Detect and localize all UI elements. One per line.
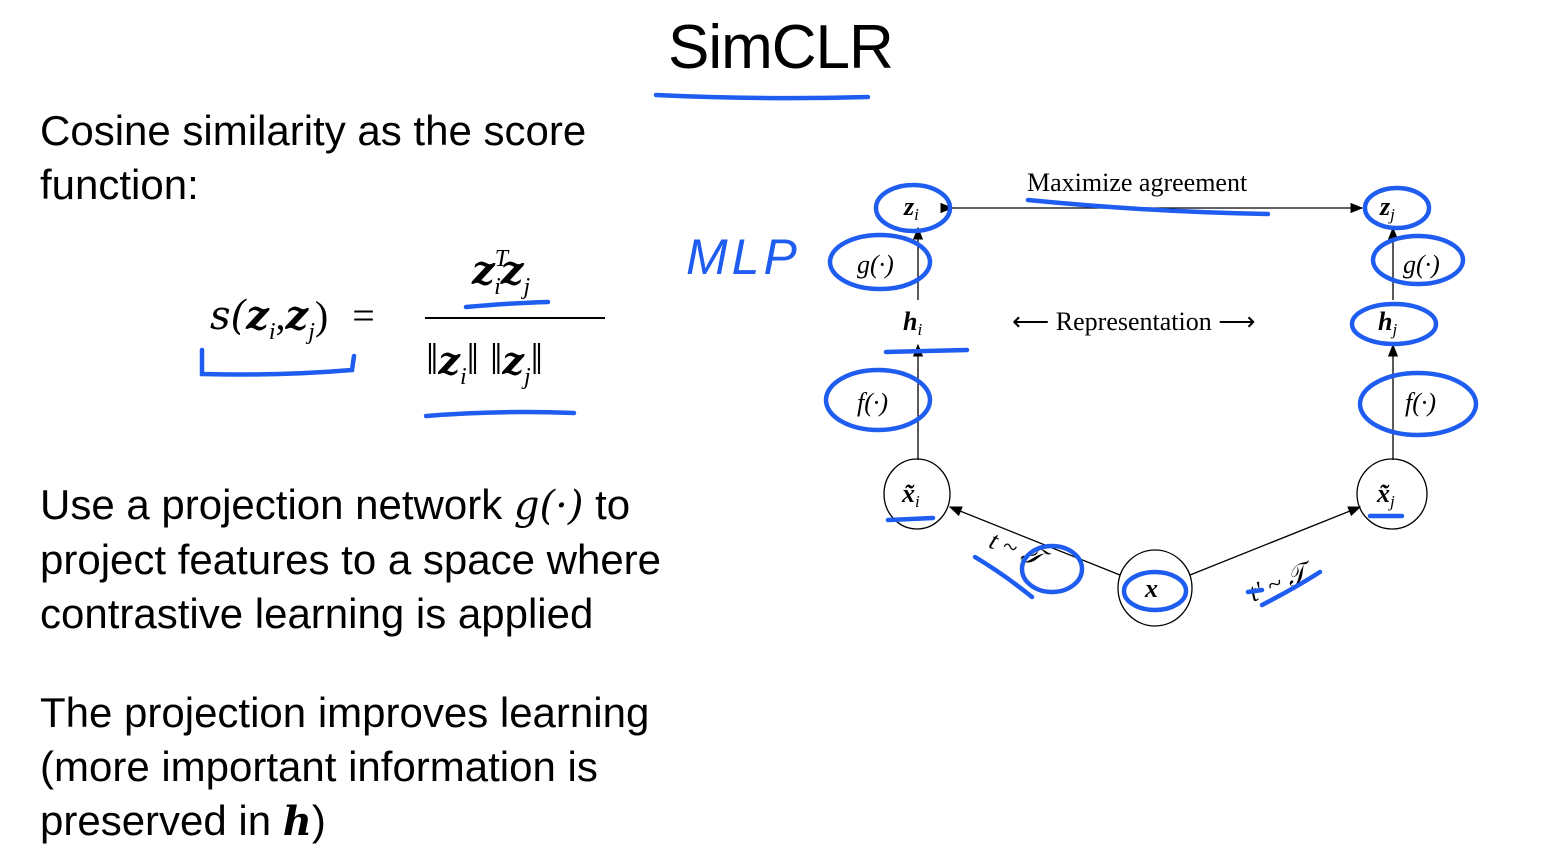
ink-underline-lhs — [199, 347, 357, 377]
ink-underline-maximize — [1025, 197, 1271, 217]
j: j — [1390, 320, 1397, 339]
h: h — [1378, 307, 1392, 336]
hj-label: hj — [1378, 307, 1397, 339]
simclr-diagram: Maximize agreement ⟵ Representation ⟶ zi… — [199, 92, 1479, 627]
x-tilde: x̃ — [1376, 479, 1390, 508]
ink-circle-zj — [1362, 185, 1432, 231]
xi-label: x̃i — [901, 479, 920, 511]
x-label: x — [1144, 574, 1158, 603]
g-left-label: g(·) — [857, 250, 894, 279]
f-right-label: f(·) — [1405, 388, 1436, 417]
i: i — [917, 320, 922, 339]
hi-label: hi — [903, 307, 922, 339]
h: h — [903, 307, 917, 336]
i: i — [914, 205, 919, 224]
arrow-x-xj — [1189, 506, 1362, 576]
ink-underline-hi — [883, 347, 970, 355]
ink-underline-xi — [885, 515, 936, 523]
g-right-label: g(·) — [1403, 250, 1440, 279]
ink-underline-denominator — [423, 409, 577, 419]
ink-underline-numerator — [463, 299, 551, 310]
i: i — [915, 492, 920, 511]
maximize-label: Maximize agreement — [1027, 168, 1248, 197]
f-left-label: f(·) — [857, 388, 888, 417]
xj-label: x̃j — [1376, 479, 1395, 511]
ink-annotations — [199, 92, 1479, 613]
zj-label: zj — [1379, 192, 1395, 224]
j: j — [1388, 492, 1395, 511]
ink-underline-title — [653, 92, 871, 101]
j: j — [1388, 205, 1395, 224]
x-tilde: x̃ — [901, 479, 915, 508]
representation-label: ⟵ Representation ⟶ — [1012, 307, 1256, 336]
ink-mlp-label: MLP — [686, 229, 801, 285]
zi-label: zi — [903, 192, 919, 224]
